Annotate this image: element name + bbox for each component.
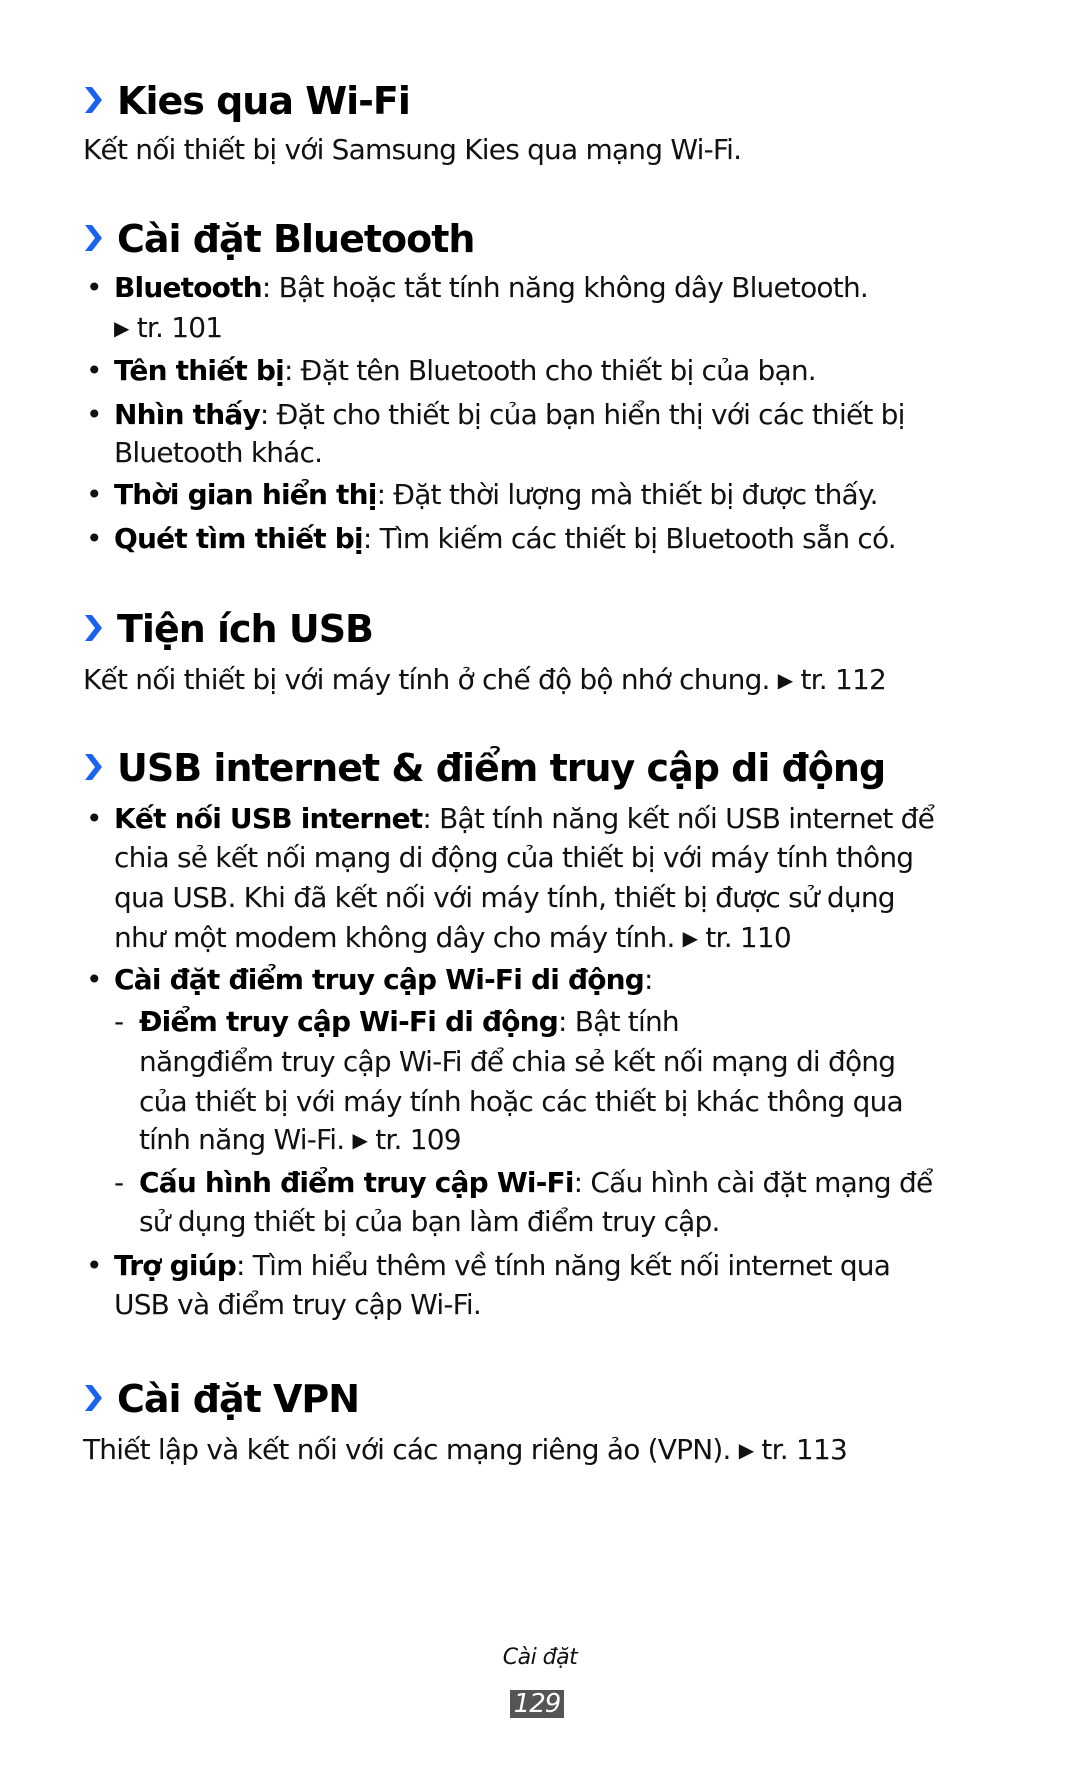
list-item: Nhìn thấy: Đặt cho thiết bị của bạn hiển… [114, 395, 905, 435]
footer-chapter-label: Cài đặt [502, 1645, 578, 1670]
body-text: Thiết lập và kết nối với các mạng riêng … [83, 1433, 731, 1466]
bullet-icon: • [86, 271, 103, 304]
bullet-icon: • [86, 802, 103, 835]
item-term: Cài đặt điểm truy cập Wi-Fi di động [114, 963, 645, 996]
arrow-right-icon: ▶ [738, 1438, 754, 1462]
list-item: Tên thiết bị: Đặt tên Bluetooth cho thiế… [114, 351, 817, 391]
list-item: Trợ giúp: Tìm hiểu thêm về tính năng kết… [114, 1246, 891, 1286]
item-text: : Đặt cho thiết bị của bạn hiển thị với … [259, 398, 905, 431]
item-text: : Đặt thời lượng mà thiết bị được thấy. [376, 478, 879, 511]
item-term: Trợ giúp [114, 1249, 237, 1282]
ref-text: tr. 112 [800, 663, 887, 696]
sub-list-item: Điểm truy cập Wi-Fi di động: Bật tính [139, 1002, 680, 1042]
bullet-icon: • [86, 398, 103, 431]
bullet-icon: • [86, 1249, 103, 1282]
item-text: : Tìm hiểu thêm về tính năng kết nối int… [236, 1249, 891, 1282]
section-body: Kết nối thiết bị với máy tính ở chế độ b… [83, 660, 887, 700]
section-heading-bluetooth: Cài đặt Bluetooth [83, 216, 475, 262]
ref-text: tr. 101 [136, 311, 223, 344]
item-continuation: qua USB. Khi đã kết nối với máy tính, th… [114, 881, 896, 914]
list-item: Bluetooth: Bật hoặc tắt tính năng không … [114, 268, 869, 308]
bullet-icon: • [86, 354, 103, 387]
chevron-right-icon [83, 221, 103, 255]
section-body: Thiết lập và kết nối với các mạng riêng … [83, 1430, 848, 1470]
arrow-right-icon: ▶ [682, 926, 698, 950]
item-text: : [644, 963, 653, 996]
item-term: Kết nối USB internet [114, 802, 423, 835]
heading-text: Tiện ích USB [117, 607, 374, 651]
page-reference: ▶ tr. 101 [114, 308, 223, 348]
ref-text: tr. 113 [761, 1433, 847, 1466]
manual-page: Kies qua Wi-Fi Kết nối thiết bị với Sams… [0, 0, 1080, 1771]
list-item: Thời gian hiển thị: Đặt thời lượng mà th… [114, 475, 879, 515]
item-text: : Đặt tên Bluetooth cho thiết bị của bạn… [283, 354, 817, 387]
arrow-right-icon: ▶ [777, 668, 793, 692]
item-continuation: sử dụng thiết bị của bạn làm điểm truy c… [139, 1205, 720, 1238]
item-term: Bluetooth [114, 271, 263, 304]
ref-text: tr. 110 [705, 921, 791, 954]
item-term: Thời gian hiển thị [114, 478, 377, 511]
item-term: Quét tìm thiết bị [114, 522, 364, 555]
dash-marker: - [114, 1166, 125, 1199]
section-heading-usb-utility: Tiện ích USB [83, 606, 374, 652]
bullet-icon: • [86, 963, 103, 996]
item-continuation: Bluetooth khác. [114, 436, 323, 469]
heading-text: Cài đặt VPN [117, 1377, 360, 1421]
line-text: như một modem không dây cho máy tính. [114, 921, 675, 954]
item-continuation: như một modem không dây cho máy tính. ▶ … [114, 918, 792, 958]
heading-text: Cài đặt Bluetooth [117, 217, 475, 261]
item-continuation: của thiết bị với máy tính hoặc các thiết… [139, 1085, 904, 1118]
item-term: Nhìn thấy [114, 398, 261, 431]
item-continuation: năngđiểm truy cập Wi-Fi để chia sẻ kết n… [139, 1045, 896, 1078]
item-term: Tên thiết bị [114, 354, 285, 387]
chevron-right-icon [83, 1381, 103, 1415]
list-item: Kết nối USB internet: Bật tính năng kết … [114, 799, 935, 839]
list-item: Cài đặt điểm truy cập Wi-Fi di động: [114, 960, 653, 1000]
section-heading-vpn: Cài đặt VPN [83, 1376, 360, 1422]
bullet-icon: • [86, 522, 103, 555]
section-heading-kies-wifi: Kies qua Wi-Fi [83, 78, 411, 124]
heading-text: USB internet & điểm truy cập di động [117, 746, 886, 790]
page-number: 129 [510, 1690, 564, 1718]
chevron-right-icon [83, 83, 103, 117]
item-text: : Bật tính [558, 1005, 680, 1038]
section-body: Kết nối thiết bị với Samsung Kies qua mạ… [83, 133, 742, 166]
item-text: : Cấu hình cài đặt mạng để [573, 1166, 934, 1199]
item-continuation: tính năng Wi-Fi. ▶ tr. 109 [139, 1120, 462, 1160]
body-text: Kết nối thiết bị với máy tính ở chế độ b… [83, 663, 770, 696]
ref-text: tr. 109 [375, 1123, 461, 1156]
item-term: Điểm truy cập Wi-Fi di động [139, 1005, 559, 1038]
dash-marker: - [114, 1005, 125, 1038]
item-text: : Bật tính năng kết nối USB internet để [422, 802, 935, 835]
heading-text: Kies qua Wi-Fi [117, 79, 411, 123]
item-text: : Tìm kiếm các thiết bị Bluetooth sẵn có… [362, 522, 897, 555]
chevron-right-icon [83, 750, 103, 784]
item-continuation: chia sẻ kết nối mạng di động của thiết b… [114, 841, 914, 874]
list-item: Quét tìm thiết bị: Tìm kiếm các thiết bị… [114, 519, 897, 559]
section-heading-usb-tethering: USB internet & điểm truy cập di động [83, 745, 886, 791]
item-term: Cấu hình điểm truy cập Wi-Fi [139, 1166, 574, 1199]
chevron-right-icon [83, 611, 103, 645]
line-text: tính năng Wi-Fi. [139, 1123, 345, 1156]
sub-list-item: Cấu hình điểm truy cập Wi-Fi: Cấu hình c… [139, 1163, 934, 1203]
item-continuation: USB và điểm truy cập Wi-Fi. [114, 1288, 482, 1321]
item-text: : Bật hoặc tắt tính năng không dây Bluet… [261, 271, 869, 304]
bullet-icon: • [86, 478, 103, 511]
arrow-right-icon: ▶ [352, 1128, 368, 1152]
arrow-right-icon: ▶ [114, 316, 129, 340]
